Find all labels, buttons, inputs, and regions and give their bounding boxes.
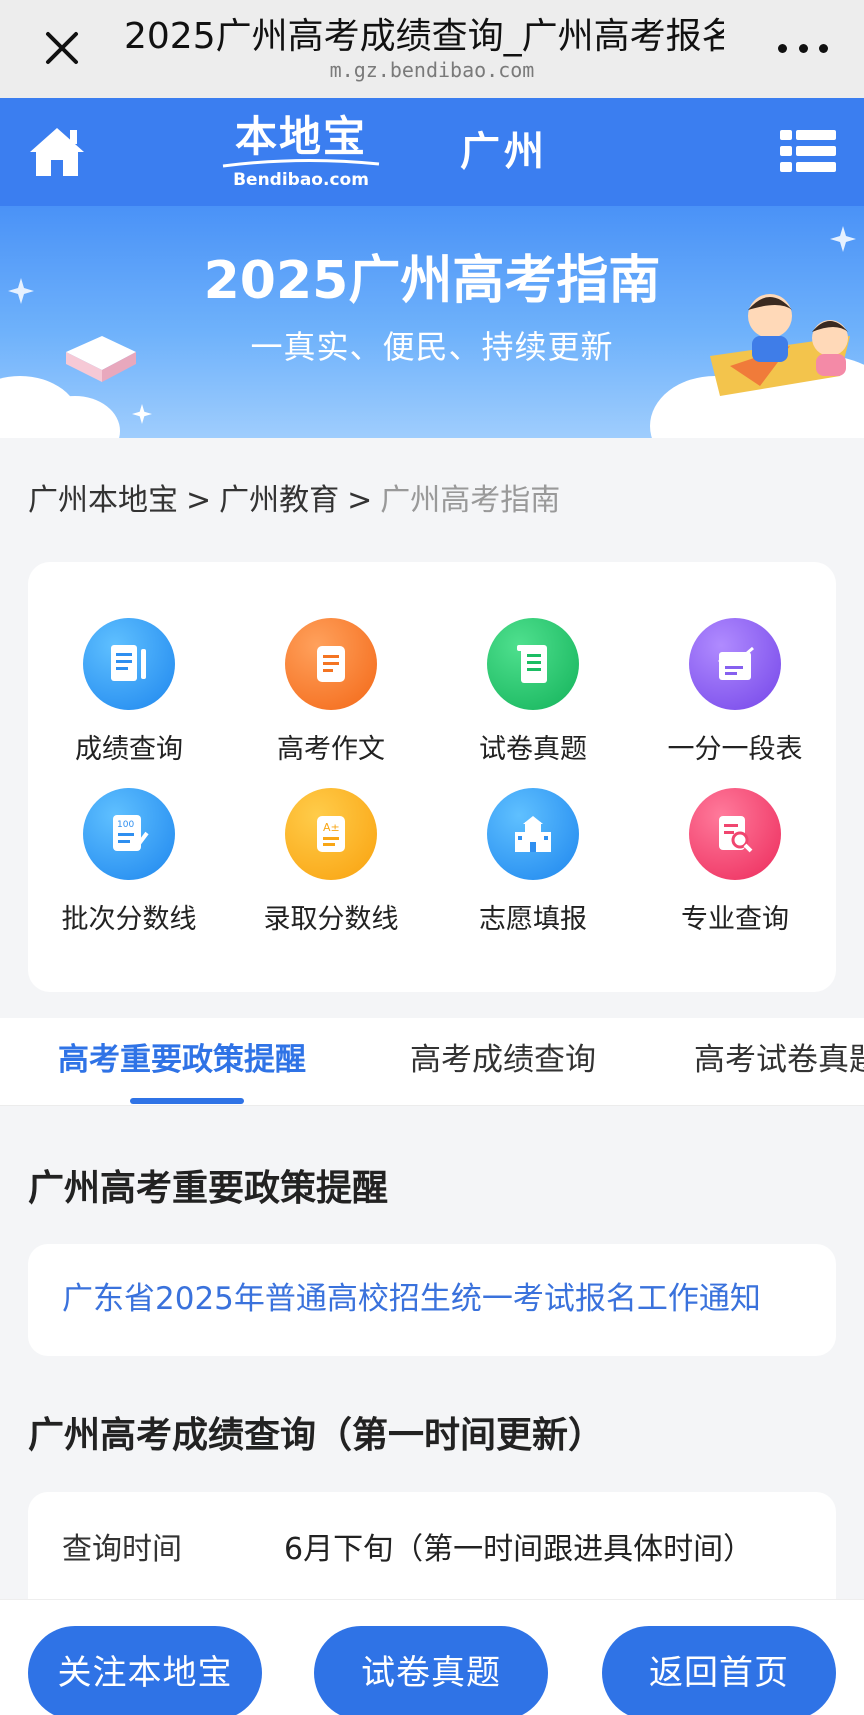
section-tabs: 高考重要政策提醒 高考成绩查询 高考试卷真题 xyxy=(0,1018,864,1106)
score-table-icon xyxy=(689,618,781,710)
tab-policy-reminder[interactable]: 高考重要政策提醒 xyxy=(58,1038,306,1082)
score-document-icon xyxy=(83,618,175,710)
grid-item-label: 一分一段表 xyxy=(667,734,803,765)
browser-url: m.gz.bendibao.com xyxy=(329,58,535,82)
breadcrumb-item-current: 广州高考指南 xyxy=(380,483,561,518)
grid-item-label: 试卷真题 xyxy=(479,734,587,765)
essay-document-icon xyxy=(285,618,377,710)
banner-title: 2025广州高考指南 xyxy=(203,251,661,311)
query-time-value: 6月下旬（第一时间跟进具体时间） xyxy=(284,1532,754,1567)
tab-exam-papers[interactable]: 高考试卷真题 xyxy=(694,1038,864,1082)
exam-paper-icon xyxy=(487,618,579,710)
breadcrumb: 广州本地宝 > 广州教育 > 广州高考指南 xyxy=(28,480,560,522)
guide-banner: 2025广州高考指南 一真实、便民、持续更新 xyxy=(0,206,864,438)
quick-links-grid: 成绩查询 高考作文 试卷真题 一分一段表 100 批次分数线 A± 录取分数线 xyxy=(28,562,836,992)
city-selector[interactable]: 广州 xyxy=(460,126,548,178)
exam-papers-button[interactable]: 试卷真题 xyxy=(314,1626,548,1715)
grid-item-label: 专业查询 xyxy=(681,904,789,935)
logo-text: 本地宝 xyxy=(234,112,367,161)
browser-bar: 2025广州高考成绩查询_广州高考报名 m.gz.bendibao.com xyxy=(0,0,864,98)
sparkle-icon xyxy=(830,226,856,252)
grid-item-score-query[interactable]: 成绩查询 xyxy=(28,618,230,788)
svg-text:A±: A± xyxy=(323,821,340,834)
breadcrumb-item-education[interactable]: 广州教育 xyxy=(219,483,339,518)
policy-link[interactable]: 广东省2025年普通高校招生统一考试报名工作通知 xyxy=(62,1277,761,1321)
site-header: 本地宝 Bendibao.com 广州 xyxy=(0,98,864,206)
grid-item-exam-papers[interactable]: 试卷真题 xyxy=(432,618,634,788)
bottom-action-bar: 关注本地宝 试卷真题 返回首页 xyxy=(0,1600,864,1715)
grid-item-label: 批次分数线 xyxy=(61,904,197,935)
grid-item-score-table[interactable]: 一分一段表 xyxy=(634,618,836,788)
browser-page-title: 2025广州高考成绩查询_广州高考报名 xyxy=(124,16,724,57)
tab-score-query[interactable]: 高考成绩查询 xyxy=(410,1038,596,1082)
section-title-score: 广州高考成绩查询（第一时间更新） xyxy=(28,1415,605,1456)
section-title-policy: 广州高考重要政策提醒 xyxy=(28,1168,389,1209)
logo-subtext: Bendibao.com xyxy=(233,170,369,190)
sparkle-icon xyxy=(132,404,152,424)
menu-icon[interactable] xyxy=(780,128,836,174)
home-icon[interactable] xyxy=(26,122,88,182)
follow-button[interactable]: 关注本地宝 xyxy=(28,1626,262,1715)
breadcrumb-separator: > xyxy=(347,483,373,518)
active-tab-indicator xyxy=(130,1098,244,1104)
query-time-label: 查询时间 xyxy=(62,1532,182,1567)
grid-item-label: 高考作文 xyxy=(277,734,385,765)
grid-item-major-query[interactable]: 专业查询 xyxy=(634,788,836,958)
breadcrumb-separator: > xyxy=(186,483,212,518)
breadcrumb-item-home[interactable]: 广州本地宝 xyxy=(28,483,178,518)
major-search-icon xyxy=(689,788,781,880)
admission-score-icon: A± xyxy=(285,788,377,880)
back-home-button[interactable]: 返回首页 xyxy=(602,1626,836,1715)
site-logo[interactable]: 本地宝 Bendibao.com xyxy=(214,112,388,194)
grid-item-label: 成绩查询 xyxy=(75,734,183,765)
grid-item-essay[interactable]: 高考作文 xyxy=(230,618,432,788)
banner-subtitle: 一真实、便民、持续更新 xyxy=(250,328,614,366)
grid-item-label: 志愿填报 xyxy=(479,904,587,935)
grid-item-label: 录取分数线 xyxy=(263,904,399,935)
batch-score-icon: 100 xyxy=(83,788,175,880)
grid-item-admission-score[interactable]: A± 录取分数线 xyxy=(230,788,432,958)
grid-item-batch-score[interactable]: 100 批次分数线 xyxy=(28,788,230,958)
more-options-icon[interactable] xyxy=(778,30,828,66)
school-building-icon xyxy=(487,788,579,880)
svg-text:100: 100 xyxy=(117,820,134,830)
policy-link-card[interactable]: 广东省2025年普通高校招生统一考试报名工作通知 xyxy=(28,1244,836,1356)
grid-item-application[interactable]: 志愿填报 xyxy=(432,788,634,958)
